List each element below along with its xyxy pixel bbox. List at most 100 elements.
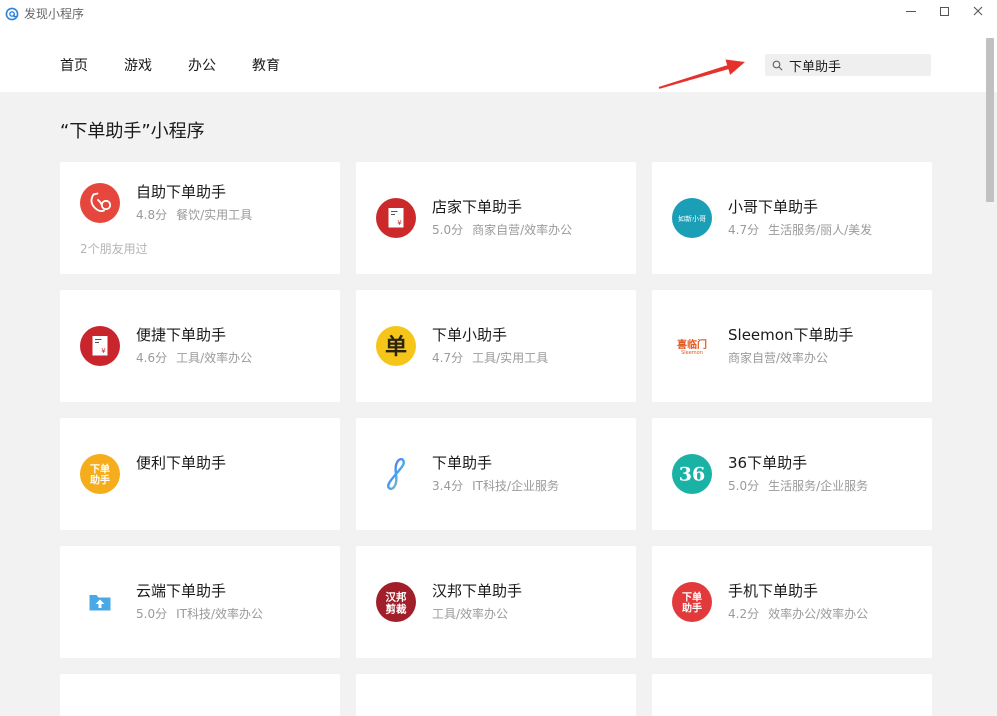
window-title: 发现小程序 — [24, 7, 85, 21]
section-title: “下单助手”小程序 — [60, 121, 205, 142]
app-rating: 3.4分 — [432, 479, 464, 493]
icon-lettering: 下单 — [90, 463, 110, 476]
result-card[interactable]: 喜临门 Sleemon Sleemon下单助手 商家自营/效率办公 — [652, 290, 932, 402]
app-meta: 4.6分 工具/效率办公 — [136, 349, 252, 367]
app-name: 云端下单助手 — [136, 582, 227, 600]
result-card[interactable]: 自助下单助手 4.8分 餐饮/实用工具 2个朋友用过 — [60, 162, 340, 274]
app-category: IT科技/效率办公 — [176, 607, 264, 621]
app-category: 商家自营/效率办公 — [728, 351, 829, 365]
result-card[interactable]: 汉邦 剪裁 汉邦下单助手 工具/效率办公 — [356, 546, 636, 658]
app-name: 便利下单助手 — [136, 454, 227, 472]
icon-lettering: 如新小哥 — [678, 214, 706, 223]
maximize-icon[interactable] — [937, 4, 951, 18]
app-rating: 5.0分 — [136, 607, 168, 621]
result-card[interactable]: 云端下单助手 5.0分 IT科技/效率办公 — [60, 546, 340, 658]
card-text: 下单小助手 4.7分 工具/实用工具 — [432, 325, 548, 367]
app-name: 店家下单助手 — [432, 198, 523, 216]
receipt-icon: ¥ — [376, 198, 416, 238]
search-icon — [772, 60, 783, 71]
icon-lettering: 下单 — [682, 591, 702, 604]
search-input[interactable] — [789, 54, 925, 76]
app-category: 工具/实用工具 — [472, 351, 549, 365]
search-box[interactable] — [765, 54, 931, 76]
discover-mini-programs-window: 发现小程序 首页 游戏 办公 教育 “下单助手”小程序 — [0, 0, 997, 716]
app-meta: 工具/效率办公 — [432, 605, 522, 623]
result-card[interactable]: 下单 助手 手机下单助手 4.2分 效率办公/效率办公 — [652, 546, 932, 658]
result-card[interactable]: 36 36下单助手 5.0分 生活服务/企业服务 — [652, 418, 932, 530]
annotation-arrow — [658, 59, 745, 89]
app-category: 商家自营/效率办公 — [472, 223, 573, 237]
card-main: 喜临门 Sleemon Sleemon下单助手 商家自营/效率办公 — [672, 325, 932, 367]
card-text: Sleemon下单助手 商家自营/效率办公 — [728, 325, 853, 367]
card-text: 自助下单助手 4.8分 餐饮/实用工具 — [136, 182, 252, 224]
result-card-partial[interactable] — [652, 674, 932, 716]
app-rating: 4.7分 — [728, 223, 760, 237]
sleemon-logo-icon: 喜临门 Sleemon — [672, 326, 712, 366]
tab-office[interactable]: 办公 — [188, 56, 216, 76]
icon-lettering: ¥ — [397, 219, 402, 227]
app-meta: 商家自营/效率办公 — [728, 349, 853, 367]
card-main: 单 下单小助手 4.7分 工具/实用工具 — [376, 325, 636, 367]
result-card[interactable]: ¥ 便捷下单助手 4.6分 工具/效率办公 — [60, 290, 340, 402]
result-card[interactable]: 如新小哥 小哥下单助手 4.7分 生活服务/丽人/美发 — [652, 162, 932, 274]
result-card[interactable]: 下单 助手 便利下单助手 — [60, 418, 340, 530]
app-name: 汉邦下单助手 — [432, 582, 523, 600]
tab-home[interactable]: 首页 — [60, 56, 88, 76]
icon-lettering: 36 — [679, 464, 705, 486]
cloud-upload-box-icon — [80, 582, 120, 622]
app-meta: 4.7分 生活服务/丽人/美发 — [728, 221, 872, 239]
app-meta: 3.4分 IT科技/企业服务 — [432, 477, 559, 495]
app-rating: 4.7分 — [432, 351, 464, 365]
app-category: 效率办公/效率办公 — [768, 607, 869, 621]
app-rating: 4.8分 — [136, 208, 168, 222]
result-card-partial[interactable] — [356, 674, 636, 716]
app-category: 生活服务/丽人/美发 — [768, 223, 873, 237]
card-main: 如新小哥 小哥下单助手 4.7分 生活服务/丽人/美发 — [672, 197, 932, 239]
icon-lettering: ¥ — [101, 347, 106, 355]
app-name: Sleemon下单助手 — [728, 326, 854, 344]
card-main: 下单 助手 便利下单助手 — [80, 453, 340, 495]
dan-character-icon: 单 — [376, 326, 416, 366]
result-card[interactable]: 单 下单小助手 4.7分 工具/实用工具 — [356, 290, 636, 402]
app-rating: 4.6分 — [136, 351, 168, 365]
tab-games[interactable]: 游戏 — [124, 56, 152, 76]
icon-lettering: Sleemon — [681, 350, 703, 356]
scrollbar-thumb[interactable] — [986, 38, 994, 202]
card-text: 便利下单助手 — [136, 453, 226, 495]
app-category: 工具/效率办公 — [176, 351, 253, 365]
card-text: 36下单助手 5.0分 生活服务/企业服务 — [728, 453, 868, 495]
icon-lettering: 单 — [385, 335, 407, 360]
app-name: 自助下单助手 — [136, 183, 227, 201]
app-name: 下单小助手 — [432, 326, 508, 344]
app-category: 餐饮/实用工具 — [176, 208, 253, 222]
36-logo-icon: 36 — [672, 454, 712, 494]
card-main: ¥ 店家下单助手 5.0分 商家自营/效率办公 — [376, 197, 636, 239]
mini-program-logo-icon — [5, 7, 19, 21]
result-card[interactable]: 下单助手 3.4分 IT科技/企业服务 — [356, 418, 636, 530]
app-name: 下单助手 — [432, 454, 493, 472]
friends-used-label: 2个朋友用过 — [80, 242, 148, 256]
result-card[interactable]: ¥ 店家下单助手 5.0分 商家自营/效率办公 — [356, 162, 636, 274]
card-main: 自助下单助手 4.8分 餐饮/实用工具 — [80, 182, 340, 224]
icon-lettering: 助手 — [90, 474, 110, 487]
minimize-icon[interactable] — [904, 4, 918, 18]
app-meta: 5.0分 IT科技/效率办公 — [136, 605, 263, 623]
infinity-icon — [376, 454, 416, 494]
card-text: 下单助手 3.4分 IT科技/企业服务 — [432, 453, 559, 495]
card-text: 手机下单助手 4.2分 效率办公/效率办公 — [728, 581, 868, 623]
card-text: 便捷下单助手 4.6分 工具/效率办公 — [136, 325, 252, 367]
app-meta: 4.7分 工具/实用工具 — [432, 349, 548, 367]
app-rating: 4.2分 — [728, 607, 760, 621]
hanbang-logo-icon: 汉邦 剪裁 — [376, 582, 416, 622]
close-icon[interactable] — [971, 4, 985, 18]
card-text: 汉邦下单助手 工具/效率办公 — [432, 581, 522, 623]
card-main: 下单 助手 手机下单助手 4.2分 效率办公/效率办公 — [672, 581, 932, 623]
icon-lettering: 汉邦 — [386, 591, 407, 604]
result-card-partial[interactable] — [60, 674, 340, 716]
tab-education[interactable]: 教育 — [252, 56, 280, 76]
app-name: 36下单助手 — [728, 454, 808, 472]
app-meta: 4.2分 效率办公/效率办公 — [728, 605, 868, 623]
rushin-logo-icon: 如新小哥 — [672, 198, 712, 238]
card-main: 云端下单助手 5.0分 IT科技/效率办公 — [80, 581, 340, 623]
xiadan-zhushou-logo-icon: 下单 助手 — [80, 454, 120, 494]
